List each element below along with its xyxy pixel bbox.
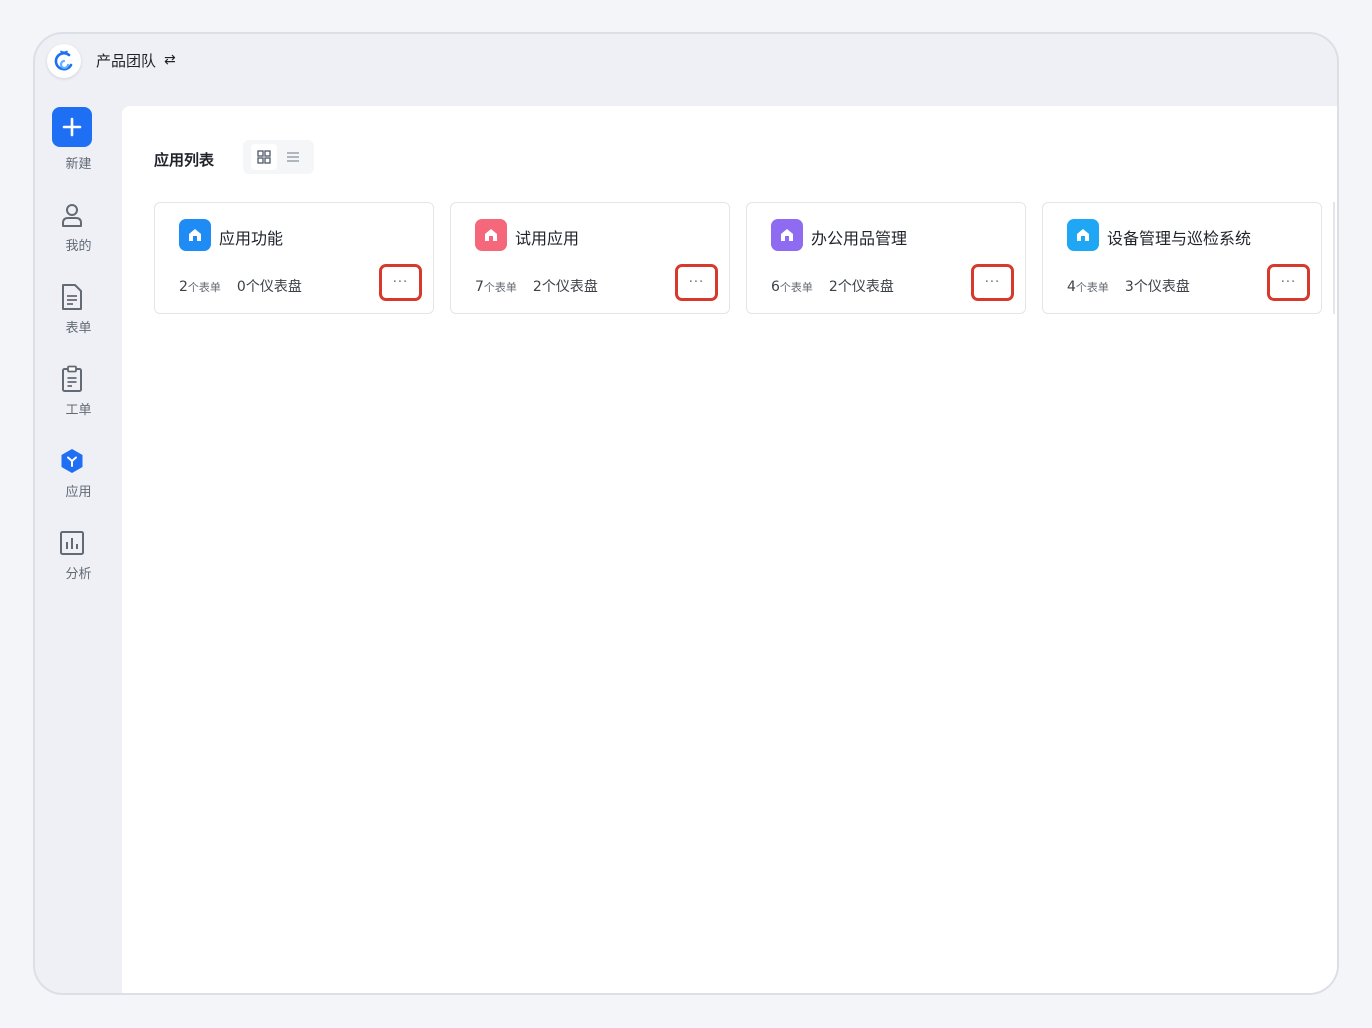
forms-unit: 个表单 [1075, 281, 1109, 294]
forms-unit: 个表单 [187, 281, 221, 294]
user-icon[interactable] [59, 202, 85, 228]
clipboard-icon[interactable] [59, 365, 85, 392]
app-stats: 6 个表单 2个仪表盘 [771, 276, 894, 296]
view-toggle [243, 140, 314, 174]
dashboards-count: 0个仪表盘 [236, 279, 302, 295]
logo-icon[interactable] [47, 44, 81, 78]
grid-view-button[interactable] [250, 144, 277, 170]
app-name: 设备管理与巡检系统 [1107, 229, 1252, 248]
list-icon [287, 152, 300, 162]
app-stats: 7 个表单 2个仪表盘 [475, 276, 598, 296]
app-name: 应用功能 [219, 229, 284, 248]
more-options-button[interactable]: ··· [1267, 264, 1310, 301]
list-view-button[interactable] [280, 144, 306, 170]
app-home-icon [475, 219, 507, 251]
app-card[interactable]: 试用应用 7 个表单 2个仪表盘 ··· [450, 202, 730, 314]
app-home-icon [1067, 219, 1099, 251]
app-name: 试用应用 [515, 229, 580, 248]
sidebar-item-apps[interactable]: 应用 [35, 481, 122, 500]
sidebar: 新建 我的 表单 工单 应用 分析 [35, 106, 122, 993]
forms-unit: 个表单 [779, 281, 813, 294]
document-icon[interactable] [59, 284, 85, 310]
forms-count: 6 [771, 279, 780, 295]
next-card-edge [1333, 202, 1335, 314]
app-card[interactable]: 设备管理与巡检系统 4 个表单 3个仪表盘 ··· [1042, 202, 1322, 314]
swap-icon[interactable]: ⇄ [164, 52, 176, 68]
new-button[interactable] [52, 107, 92, 147]
sidebar-item-new-label[interactable]: 新建 [35, 153, 122, 172]
team-name: 产品团队 [96, 51, 157, 70]
grid-icon [257, 150, 271, 164]
dashboards-count: 3个仪表盘 [1124, 279, 1190, 295]
app-card[interactable]: 办公用品管理 6 个表单 2个仪表盘 ··· [746, 202, 1026, 314]
dashboards-count: 2个仪表盘 [532, 279, 598, 295]
page-title: 应用列表 [154, 151, 215, 169]
plus-icon [62, 117, 82, 137]
sidebar-item-mine[interactable]: 我的 [35, 235, 122, 254]
more-options-button[interactable]: ··· [971, 264, 1014, 301]
app-card[interactable]: 应用功能 2 个表单 0个仪表盘 ··· [154, 202, 434, 314]
team-switcher[interactable]: 产品团队 ⇄ [96, 48, 176, 72]
forms-count: 4 [1067, 279, 1076, 295]
app-name: 办公用品管理 [811, 229, 908, 248]
app-window: 产品团队 ⇄ 新建 我的 表单 工单 应用 分析 应用列表 应用功能 2 个表单… [33, 32, 1339, 995]
top-bar: 产品团队 ⇄ [35, 34, 1337, 106]
more-options-button[interactable]: ··· [379, 264, 422, 301]
dashboards-count: 2个仪表盘 [828, 279, 894, 295]
sidebar-item-tickets[interactable]: 工单 [35, 399, 122, 418]
sidebar-item-analysis[interactable]: 分析 [35, 563, 122, 582]
bar-chart-icon[interactable] [59, 530, 85, 556]
app-home-icon [771, 219, 803, 251]
sidebar-item-forms[interactable]: 表单 [35, 317, 122, 336]
app-home-icon [179, 219, 211, 251]
app-hexagon-icon[interactable] [59, 448, 85, 474]
forms-unit: 个表单 [483, 281, 517, 294]
app-stats: 4 个表单 3个仪表盘 [1067, 276, 1190, 296]
more-options-button[interactable]: ··· [675, 264, 718, 301]
forms-count: 7 [475, 279, 484, 295]
app-stats: 2 个表单 0个仪表盘 [179, 276, 302, 296]
main-panel: 应用列表 应用功能 2 个表单 0个仪表盘 ··· 试用应用 7 个表单 2个仪… [122, 106, 1337, 993]
forms-count: 2 [179, 279, 188, 295]
